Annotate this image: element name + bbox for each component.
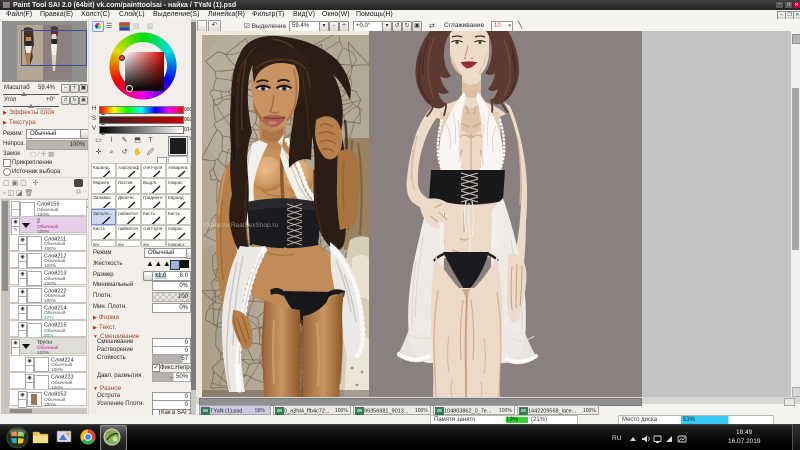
svg-text:xShop.ru RealSexShop.ru: xShop.ru RealSexShop.ru [203,222,279,229]
